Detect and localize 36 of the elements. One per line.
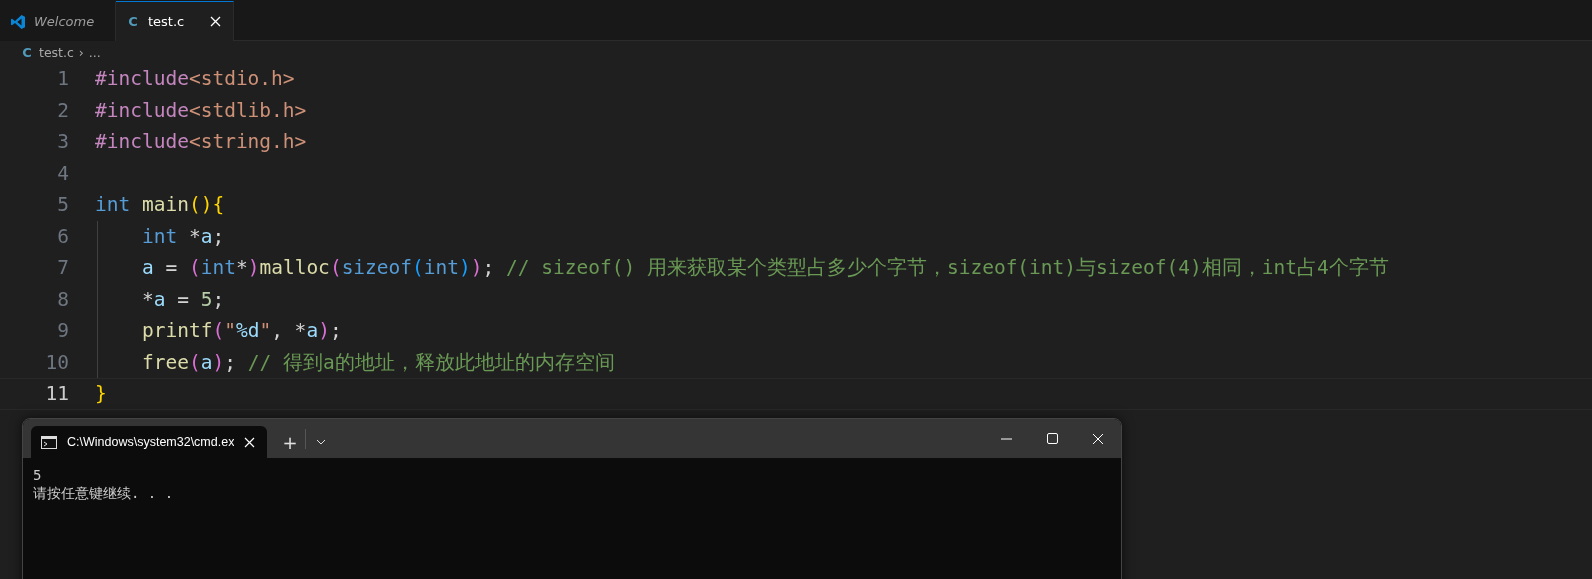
code-line: #include<stdio.h> (95, 67, 295, 91)
breadcrumb-item[interactable]: ... (88, 44, 101, 60)
line-number: 11 (44, 382, 70, 406)
code-line: int main(){ (95, 193, 225, 217)
c-file-icon: C (20, 44, 34, 60)
close-icon[interactable] (244, 436, 255, 448)
line-number: 1 (56, 67, 70, 91)
code-line: #include<stdlib.h> (95, 98, 307, 122)
line-number: 7 (56, 256, 70, 280)
line-number: 9 (56, 319, 70, 343)
vscode-logo-icon (10, 13, 26, 30)
breadcrumb-separator: › (78, 44, 84, 60)
line-number: 3 (56, 130, 70, 154)
new-tab-button[interactable]: + (275, 426, 305, 458)
code-line: free(a); // 得到a的地址，释放此地址的内存空间 (141, 349, 615, 376)
editor-tab[interactable]: C test.c (116, 1, 234, 41)
line-number: 2 (56, 98, 70, 122)
console-icon (41, 435, 57, 449)
breadcrumb-item[interactable]: test.c (39, 44, 74, 60)
code-line: *a = 5; (141, 287, 225, 311)
editor-tab[interactable]: Welcome (0, 1, 116, 41)
code-line: printf("%d", *a); (141, 319, 342, 343)
terminal-tab[interactable]: C:\Windows\system32\cmd.ex (31, 426, 267, 458)
line-number: 10 (44, 350, 70, 374)
code-line: int *a; (141, 224, 225, 248)
code-line: #include<string.h> (95, 130, 307, 154)
code-line: a = (int*)malloc(sizeof(int)); // sizeof() 用来获取某个类型占多少个字节，sizeof(int)与sizeof(4)相同，int占4个字节 (141, 255, 1389, 282)
line-number: 8 (56, 287, 70, 311)
chevron-down-icon[interactable] (316, 439, 326, 445)
terminal-output-line: 5 (33, 466, 42, 484)
line-number: 4 (56, 161, 70, 185)
c-file-icon: C (126, 14, 140, 29)
terminal-output-line: 请按任意键继续. . . (33, 484, 174, 502)
line-number: 5 (56, 193, 70, 217)
line-number: 6 (56, 224, 70, 248)
code-line: } (95, 382, 107, 406)
